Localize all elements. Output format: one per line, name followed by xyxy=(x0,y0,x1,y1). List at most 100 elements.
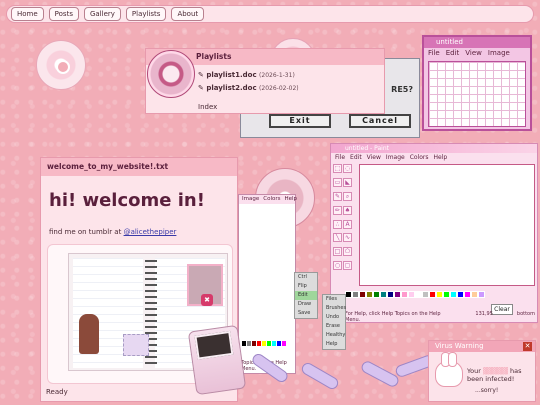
color-swatch[interactable] xyxy=(408,291,415,298)
color-palette xyxy=(345,291,495,305)
gameboy-screen xyxy=(194,330,234,360)
menu-colors[interactable]: Colors xyxy=(410,153,429,162)
text-tool-icon[interactable]: A xyxy=(343,219,352,229)
welcome-window-title: welcome_to_my_website!.txt xyxy=(41,158,237,176)
paint-window-secondary: Image Colors Help Topics on the Help Men… xyxy=(238,194,297,374)
picker-tool-icon[interactable]: ✎ xyxy=(333,191,342,201)
side-menu-item[interactable]: Files xyxy=(323,295,345,304)
status-coords: 131,95 xyxy=(475,311,493,317)
pixel-grid-canvas[interactable] xyxy=(428,61,526,127)
color-swatch[interactable] xyxy=(443,291,450,298)
menu-view[interactable]: View xyxy=(465,48,482,58)
side-menu-item[interactable]: Brushes xyxy=(323,304,346,313)
tumblr-prefix: find me on tumblr at xyxy=(49,228,124,236)
color-swatch[interactable] xyxy=(359,291,366,298)
bunny-icon xyxy=(435,352,463,387)
context-menu-item[interactable]: Ctrl xyxy=(295,273,317,282)
color-swatch[interactable] xyxy=(352,291,359,298)
side-menu-item[interactable]: Help xyxy=(323,340,345,349)
color-swatch[interactable] xyxy=(373,291,380,298)
rounded-rect-tool-icon[interactable]: ▢ xyxy=(343,261,352,271)
fill-tool-icon[interactable]: ◣ xyxy=(343,177,352,187)
menu-view[interactable]: View xyxy=(367,153,381,162)
paint-status-bar: For Help, click Help Topics on the Help … xyxy=(345,311,535,323)
spray-tool-icon[interactable]: ∴ xyxy=(333,219,342,229)
color-swatch[interactable] xyxy=(450,291,457,298)
close-icon[interactable]: ✕ xyxy=(523,342,532,351)
color-swatch[interactable] xyxy=(387,291,394,298)
side-menu-item[interactable]: Undo xyxy=(323,313,345,322)
rect-tool-icon[interactable]: □ xyxy=(333,247,342,257)
color-swatch[interactable] xyxy=(457,291,464,298)
menu-help[interactable]: Help xyxy=(434,153,448,162)
pencil-tool-icon[interactable]: ✏ xyxy=(333,205,342,215)
menu-help[interactable]: Help xyxy=(284,195,297,204)
curve-tool-icon[interactable]: ∿ xyxy=(343,233,352,243)
menu-edit[interactable]: Edit xyxy=(350,153,362,162)
cd-sticker-left xyxy=(36,40,86,90)
status-help-text: For Help, click Help Topics on the Help … xyxy=(345,311,441,323)
color-swatch[interactable] xyxy=(429,291,436,298)
virus-sorry: ...sorry! xyxy=(475,387,499,394)
paint-toolbox: ⬚ ◌ ▭ ◣ ✎ ⌕ ✏ ♠ ∴ A ╲ ∿ □ ⬠ ○ ▢ xyxy=(333,164,353,274)
untitled-menu-bar: File Edit View Image xyxy=(424,48,530,58)
color-swatch[interactable] xyxy=(366,291,373,298)
paint-window-title: untitled - Paint xyxy=(331,144,537,153)
menu-file[interactable]: File xyxy=(335,153,345,162)
color-swatch[interactable] xyxy=(394,291,401,298)
nav-about-button[interactable]: About xyxy=(171,7,205,21)
cancel-button[interactable]: Cancel xyxy=(349,114,411,128)
context-menu-item[interactable]: Draw xyxy=(295,300,317,309)
zoom-tool-icon[interactable]: ⌕ xyxy=(343,191,352,201)
playlist-file-1[interactable]: ✎ playlist1.doc (2026-1-31) xyxy=(198,71,295,79)
paint-side-menu: Files Brushes Undo Erase Healthy Help xyxy=(322,294,346,350)
menu-image[interactable]: Image xyxy=(386,153,405,162)
color-swatch[interactable] xyxy=(286,340,293,347)
side-menu-item[interactable]: Erase xyxy=(323,322,345,331)
color-swatch[interactable] xyxy=(345,291,352,298)
context-menu-item-selected[interactable]: Edit xyxy=(295,291,317,300)
nav-posts-button[interactable]: Posts xyxy=(48,7,79,21)
exit-button[interactable]: Exit xyxy=(269,114,331,128)
eraser-tool-icon[interactable]: ▭ xyxy=(333,177,342,187)
context-menu: Ctrl Flip Edit Draw Save xyxy=(294,272,318,319)
nav-gallery-button[interactable]: Gallery xyxy=(83,7,121,21)
color-swatch[interactable] xyxy=(436,291,443,298)
welcome-status: Ready xyxy=(46,388,68,396)
color-swatch[interactable] xyxy=(401,291,408,298)
heart-close-icon: ✖ xyxy=(201,294,213,306)
virus-message: Your ▓▓▓▓▓ has been infected! xyxy=(467,367,522,383)
lasso-tool-icon[interactable]: ◌ xyxy=(343,164,352,173)
context-menu-item[interactable]: Flip xyxy=(295,282,317,291)
color-swatch[interactable] xyxy=(415,291,422,298)
brush-tool-icon[interactable]: ♠ xyxy=(343,205,352,215)
color-swatch[interactable] xyxy=(380,291,387,298)
dialog-text: RE5? xyxy=(391,85,413,94)
color-swatch[interactable] xyxy=(478,291,485,298)
context-menu-item[interactable]: Save xyxy=(295,309,317,318)
line-tool-icon[interactable]: ╲ xyxy=(333,233,342,243)
secondary-color-palette xyxy=(241,340,295,352)
color-swatch[interactable] xyxy=(422,291,429,298)
nav-home-button[interactable]: Home xyxy=(11,7,44,21)
menu-image[interactable]: Image xyxy=(488,48,510,58)
ellipse-tool-icon[interactable]: ○ xyxy=(333,261,342,271)
playlist-file-2[interactable]: ✎ playlist2.doc (2026-02-02) xyxy=(198,84,299,92)
menu-file[interactable]: File xyxy=(428,48,440,58)
gameboy-sticker xyxy=(187,324,247,396)
select-tool-icon[interactable]: ⬚ xyxy=(333,164,342,173)
polygon-tool-icon[interactable]: ⬠ xyxy=(343,247,352,257)
color-swatch[interactable] xyxy=(471,291,478,298)
color-swatch[interactable] xyxy=(464,291,471,298)
scissor-sticker xyxy=(359,359,401,389)
nav-playlists-button[interactable]: Playlists xyxy=(125,7,167,21)
redacted-word: ▓▓▓▓▓ xyxy=(482,367,508,375)
menu-edit[interactable]: Edit xyxy=(446,48,460,58)
tumblr-link[interactable]: @alicethepiper xyxy=(124,228,177,236)
menu-colors[interactable]: Colors xyxy=(263,195,280,204)
side-menu-item[interactable]: Healthy xyxy=(323,331,345,340)
paint-window: untitled - Paint File Edit View Image Co… xyxy=(330,143,538,323)
menu-image[interactable]: Image xyxy=(242,195,259,204)
paint-canvas[interactable] xyxy=(359,164,535,286)
character-sticker xyxy=(79,314,99,354)
